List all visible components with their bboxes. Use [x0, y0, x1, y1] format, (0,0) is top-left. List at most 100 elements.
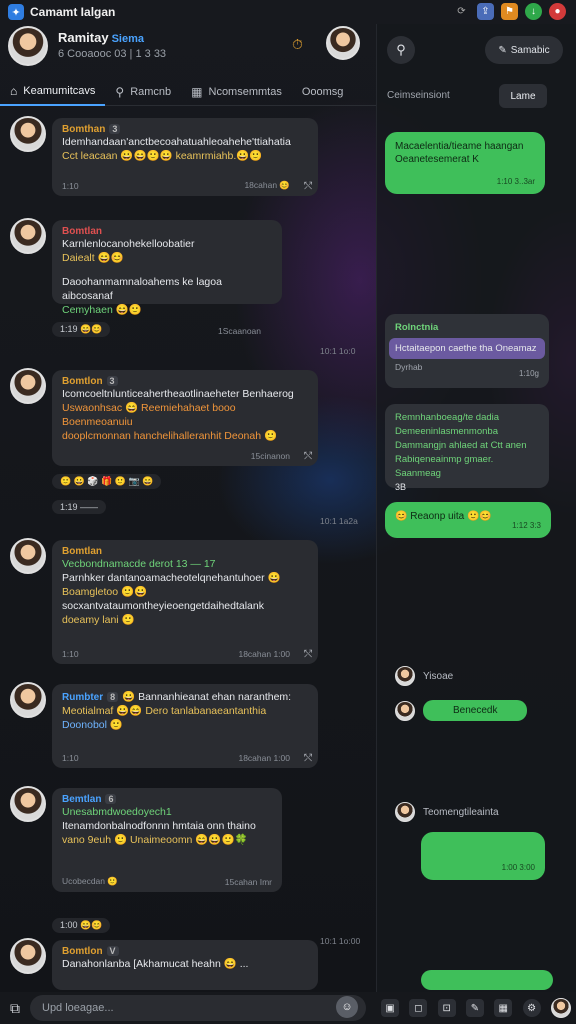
search-icon[interactable]: ⚲ [387, 36, 415, 64]
message-item: Bomthan 3 Idemhandaan'anctbecoahatuahleoa… [0, 116, 376, 206]
reaction-pill[interactable]: 1:19 😄😊 [52, 322, 111, 337]
message-text: Icomcoeltnlunticeahertheaotlinaeheter Be… [62, 388, 294, 400]
message-text: doeamy lani 🙂 [62, 614, 135, 626]
incoming-bubble[interactable]: Remnhanboeag/te dadia Demeeninlasmenmonb… [385, 404, 549, 492]
bubble-text: Macaelentia/tieame haangan Oeanetesemera… [395, 141, 524, 165]
refresh-icon[interactable]: ⟳ [453, 3, 470, 20]
message-meta: 18cahan 1:00 [238, 753, 290, 763]
reaction-pill[interactable]: 1:19 —— [52, 500, 107, 514]
attach-icon[interactable]: ⧉ [10, 1000, 20, 1017]
clock-icon[interactable]: ⏱ [292, 36, 303, 53]
composer: ⧉ ☺ [0, 992, 376, 1024]
sender-name[interactable]: Bomtlan [62, 226, 272, 237]
avatar[interactable] [10, 786, 46, 822]
reaction-row[interactable]: 1:19 —— [52, 500, 107, 514]
message-bubble[interactable]: Bomtlon 3 Icomcoeltnlunticeahertheaotlina… [52, 370, 318, 466]
tab-communities[interactable]: ⌂ Keamumitcavs [0, 78, 106, 106]
member-name: Teomengtileainta [423, 806, 499, 818]
reaction-row[interactable]: 1:19 😄😊 [52, 322, 111, 337]
group-avatar[interactable] [326, 26, 360, 60]
sender-name[interactable]: Bemtlan 6 [62, 794, 272, 805]
reply-icon[interactable]: ⤲ [304, 181, 312, 192]
avatar[interactable] [10, 682, 46, 718]
avatar[interactable] [550, 998, 571, 1018]
pen-icon[interactable]: ✎ [465, 999, 484, 1017]
sender-name[interactable]: Bomtlon 3 [62, 376, 308, 387]
message-text: socxantvataumontheyieoengetdaihedtalank [62, 600, 264, 612]
reply-icon[interactable]: ⤲ [304, 451, 312, 462]
member-row[interactable]: Benecedk [395, 700, 528, 721]
member-row[interactable]: Yisoae [395, 666, 453, 686]
outgoing-bubble[interactable] [421, 970, 553, 990]
tab-grid[interactable]: ▦ Ncomsemmtas [181, 78, 292, 106]
message-bubble[interactable]: Rumbter 8 😀 Bannanhieanat ehan naranthem: … [52, 684, 318, 768]
message-text: Daoohanmamnaloahems ke lagoa aibcosanaf [62, 276, 222, 302]
message-text: Meotialmaf 😀😄 Dero tanlabanaeantanthia [62, 705, 267, 717]
image-icon[interactable]: ⊡ [437, 999, 456, 1017]
bubble-time: 1:10 3..3ar [496, 177, 535, 186]
filter-pill[interactable]: Lame [499, 84, 547, 108]
sender-text: Bomtlon [62, 946, 103, 957]
reaction-pill[interactable]: 1:00 😀😊 [52, 918, 111, 933]
outgoing-bubble[interactable]: Macaelentia/tieame haangan Oeanetesemera… [385, 132, 545, 194]
bubble-subtext: Dyrhab [395, 362, 423, 372]
message-bubble[interactable]: Bomtlon V Danahonlanba [Akhamucat heahn 😄… [52, 940, 318, 990]
profile-name: Ramitay Siema [58, 30, 144, 45]
message-time: 1:10 [62, 649, 79, 659]
bubble-text: Hctaitaepon caethe tha Oneamaz [389, 338, 545, 359]
grid-icon[interactable]: ▦ [494, 999, 513, 1017]
bubble-text: Remnhanboeag/te dadia Demeeninlasmenmonb… [395, 412, 527, 479]
reaction-row[interactable]: 1:00 😀😊 [52, 918, 111, 933]
bubble-time: 1:00 3:00 [501, 863, 535, 872]
message-bubble[interactable]: Bomtlan Vecbondnamacde derot 13 — 17 Par… [52, 540, 318, 664]
share-icon[interactable]: ⇪ [477, 3, 494, 20]
sender-text: Bemtlan [62, 794, 102, 805]
tab-other[interactable]: Ooomsg [292, 78, 354, 106]
chat-icon[interactable]: ◻ [409, 999, 428, 1017]
emoji-icon[interactable]: ☺ [336, 996, 358, 1018]
record-icon[interactable]: ● [549, 3, 566, 20]
box-icon[interactable]: ▣ [381, 999, 400, 1017]
tab-search[interactable]: ⚲ Ramcnb [105, 78, 181, 106]
reply-icon[interactable]: ⤲ [304, 649, 312, 660]
sender-text: Bomtlan [62, 546, 102, 557]
message-text: vano 9euh 🙂 Unaimeoomn 😄😀🙂🍀 [62, 834, 248, 846]
settings-icon[interactable]: ⚙ [522, 999, 541, 1017]
avatar[interactable] [8, 26, 48, 66]
message-bubble[interactable]: Bomthan 3 Idemhandaan'anctbecoahatuahleoa… [52, 118, 318, 196]
sender-name[interactable]: Bomtlon V [62, 946, 308, 957]
outgoing-bubble[interactable]: 1:00 3:00 [421, 832, 545, 880]
avatar[interactable] [10, 368, 46, 404]
reaction-emoji-list[interactable]: 🙂 😀 🎲 🎁 🙂 📷 😄 [52, 474, 162, 489]
bubble-extra: 3B [395, 482, 407, 492]
message-meta: 18cahan 1:00 [238, 649, 290, 659]
avatar[interactable] [10, 938, 46, 974]
message-bubble[interactable]: Bomtlan Karnlenlocanohekelloobatier Daie… [52, 220, 282, 316]
search-button[interactable]: ✎ Samabic [485, 36, 563, 64]
avatar[interactable] [10, 218, 46, 254]
sender-name[interactable]: Bomtlan [62, 546, 308, 557]
sender-name[interactable]: Bomthan 3 [62, 124, 308, 135]
avatar[interactable] [10, 538, 46, 574]
app-title: Camamt Ialgan [30, 5, 116, 19]
avatar [395, 802, 415, 822]
message-input[interactable] [30, 995, 366, 1021]
message-bubble[interactable]: Bemtlan 6 Unesabmdwoedoyech1 Itenamdonbal… [52, 788, 282, 892]
incoming-bubble[interactable]: Rolnctnia Hctaitaepon caethe tha Oneamaz… [385, 314, 549, 388]
message-meta: 15cinanon [250, 451, 290, 461]
avatar[interactable] [10, 116, 46, 152]
outgoing-bubble[interactable]: 😊 Reaonp uita 🙂😊 1:12 3:3 [385, 502, 551, 538]
tab-label: Ramcnb [130, 85, 172, 98]
avatar [395, 666, 415, 686]
member-row[interactable]: Teomengtileainta [395, 802, 499, 822]
reaction-row[interactable]: 🙂 😀 🎲 🎁 🙂 📷 😄 [52, 474, 162, 489]
flag-icon[interactable]: ⚑ [501, 3, 518, 20]
reply-icon[interactable]: ⤲ [304, 753, 312, 764]
download-icon[interactable]: ↓ [525, 3, 542, 20]
status-bar: ✦ Camamt Ialgan ⟳ ⇪ ⚑ ↓ ● [0, 0, 576, 24]
message-meta: 18cahan 😊 [244, 180, 290, 190]
member-name: Benecedk [423, 700, 528, 721]
sender-text: Bomtlan [62, 226, 102, 237]
sender-name[interactable]: Rumbter 8 😀 Bannanhieanat ehan naranthem: [62, 690, 308, 704]
message-text: Cemyhaen 😄🙂 [62, 304, 142, 316]
